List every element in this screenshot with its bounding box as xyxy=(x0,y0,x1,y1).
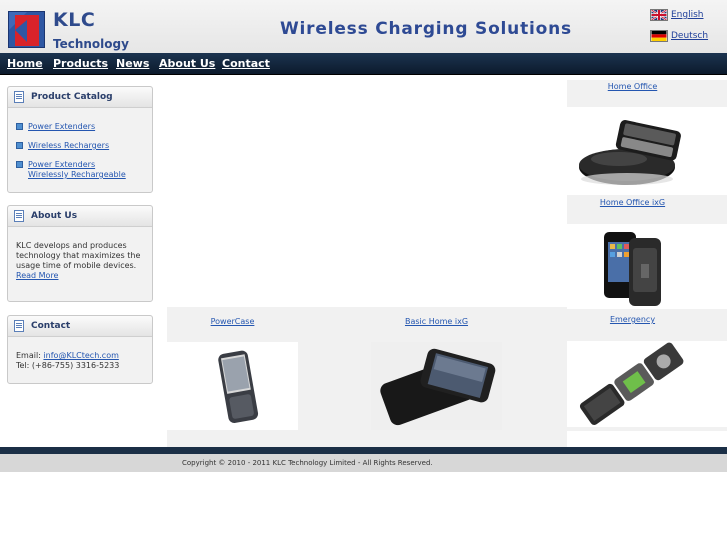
about-us-box: About Us KLC develops and produces techn… xyxy=(7,205,153,302)
document-icon xyxy=(14,91,24,103)
site-footer: Copyright © 2010 - 2011 KLC Technology L… xyxy=(0,454,727,472)
nav-home[interactable]: Home xyxy=(7,57,43,70)
contact-phone: Tel: (+86-755) 3316-5233 xyxy=(16,361,120,370)
catalog-link-power-extenders-wireless[interactable]: Power Extenders Wirelessly Rechargeable xyxy=(28,160,126,179)
bullet-icon xyxy=(16,161,23,168)
nav-about-us[interactable]: About Us xyxy=(159,57,215,70)
product-catalog-header: Product Catalog xyxy=(8,87,152,108)
site-header: KLC Technology Wireless Charging Solutio… xyxy=(0,0,727,53)
copyright-text: Copyright © 2010 - 2011 KLC Technology L… xyxy=(182,459,433,467)
email-label: Email: xyxy=(16,351,41,360)
catalog-item: Power Extenders Wirelessly Rechargeable xyxy=(16,160,136,180)
logo-name: KLC xyxy=(53,9,96,31)
language-label: English xyxy=(671,10,704,20)
language-german-link[interactable]: Deutsch xyxy=(650,30,708,42)
german-flag-icon xyxy=(650,30,668,42)
about-us-text: KLC develops and produces technology tha… xyxy=(16,241,141,270)
logo-subtitle: Technology xyxy=(53,37,129,51)
about-us-title: About Us xyxy=(31,211,78,221)
bullet-icon xyxy=(16,142,23,149)
page: KLC Technology Wireless Charging Solutio… xyxy=(0,0,727,545)
product-image-emergency[interactable] xyxy=(567,341,698,427)
bullet-icon xyxy=(16,123,23,130)
main-nav: Home Products News About Us Contact xyxy=(0,53,727,75)
catalog-link-power-extenders[interactable]: Power Extenders xyxy=(28,122,95,131)
document-icon xyxy=(14,210,24,222)
nav-contact[interactable]: Contact xyxy=(222,57,270,70)
product-link-basic-home-ixg[interactable]: Basic Home ixG xyxy=(371,317,502,326)
contact-box: Contact Email: info@KLCtech.com Tel: (+8… xyxy=(7,315,153,384)
site-tagline: Wireless Charging Solutions xyxy=(280,19,572,39)
catalog-item: Power Extenders xyxy=(16,122,144,132)
product-link-home-office[interactable]: Home Office xyxy=(567,82,698,91)
product-link-emergency[interactable]: Emergency xyxy=(567,315,698,324)
nav-products[interactable]: Products xyxy=(53,57,108,70)
product-image-home-office-ixg[interactable] xyxy=(567,224,698,309)
uk-flag-icon xyxy=(650,9,668,21)
about-us-header: About Us xyxy=(8,206,152,227)
product-band xyxy=(567,309,727,341)
catalog-link-wireless-rechargers[interactable]: Wireless Rechargers xyxy=(28,141,109,150)
language-english-link[interactable]: English xyxy=(650,9,704,21)
document-icon xyxy=(14,320,24,332)
read-more-link[interactable]: Read More xyxy=(16,271,144,281)
product-image-basic-home-ixg[interactable] xyxy=(371,342,502,430)
product-image-powercase[interactable] xyxy=(167,342,298,430)
language-label: Deutsch xyxy=(671,31,709,41)
contact-email-row: Email: info@KLCtech.com xyxy=(16,351,144,361)
footer-divider xyxy=(0,447,727,454)
product-catalog-box: Product Catalog Power Extenders Wireless… xyxy=(7,86,153,193)
contact-header: Contact xyxy=(8,316,152,337)
product-link-powercase[interactable]: PowerCase xyxy=(167,317,298,326)
product-band xyxy=(567,427,727,431)
email-link[interactable]: info@KLCtech.com xyxy=(43,351,118,360)
product-image-home-office[interactable] xyxy=(567,107,698,195)
contact-title: Contact xyxy=(31,321,71,331)
nav-news[interactable]: News xyxy=(116,57,149,70)
logo-mark xyxy=(8,11,45,48)
product-catalog-title: Product Catalog xyxy=(31,92,113,102)
product-link-home-office-ixg[interactable]: Home Office ixG xyxy=(567,198,698,207)
catalog-item: Wireless Rechargers xyxy=(16,141,144,151)
site-logo[interactable]: KLC Technology xyxy=(8,9,129,51)
